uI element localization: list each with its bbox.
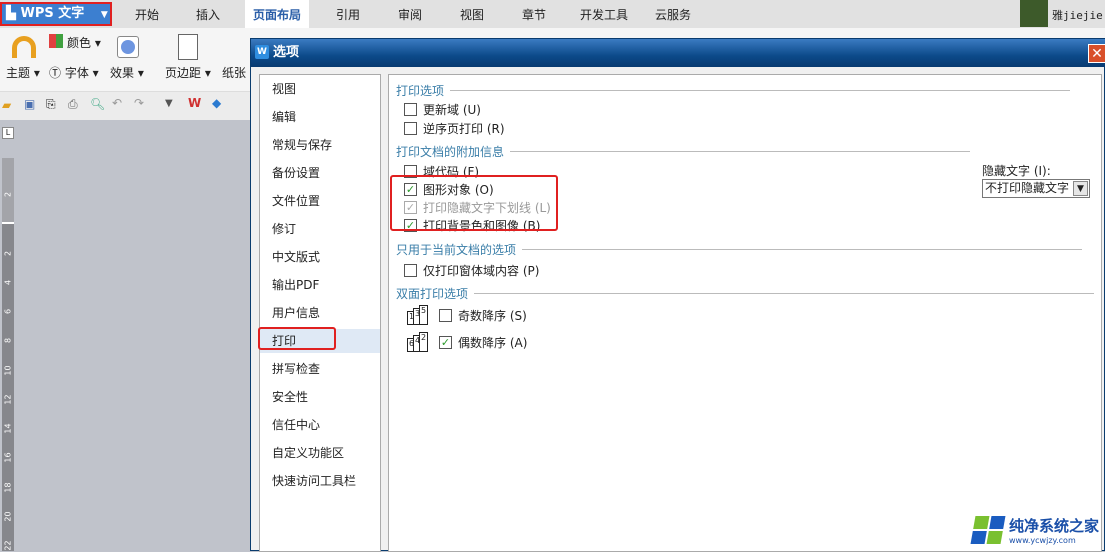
paper-button[interactable]: 纸张	[222, 64, 246, 81]
nav-item[interactable]: 文件位置	[260, 189, 380, 213]
margin-icon	[178, 34, 198, 60]
print-settings-panel: 打印选项 更新域 (U) 逆序页打印 (R) 打印文档的附加信息 域代码 (F)…	[388, 74, 1102, 552]
nav-item[interactable]: 自定义功能区	[260, 441, 380, 465]
tab-view[interactable]: 视图	[452, 0, 492, 28]
wps-menu-label: WPS 文字	[20, 6, 85, 21]
nav-item[interactable]: 视图	[260, 77, 380, 101]
highlight-box-options	[390, 175, 558, 231]
nav-item[interactable]: 用户信息	[260, 301, 380, 325]
quick-access-toolbar: ▰ ▣ ⎘ ⎙ 🔍︎ ↶ ↷ ▼ W ◆	[0, 92, 260, 120]
wps-menu-button[interactable]: ▙ WPS 文字 ▼	[0, 2, 112, 26]
print-icon[interactable]: ⎙	[68, 97, 78, 112]
hidden-text-select[interactable]: 不打印隐藏文字 ▼	[982, 179, 1090, 198]
print-preview-icon[interactable]: 🔍︎	[90, 97, 105, 111]
hidden-text-label: 隐藏文字 (I):	[982, 164, 1051, 178]
nav-item[interactable]: 常规与保存	[260, 133, 380, 157]
tab-cloud[interactable]: 云服务	[647, 0, 699, 28]
color-icon	[49, 34, 63, 48]
chevron-down-icon[interactable]: ▼	[1073, 181, 1088, 196]
ruler-number: 4	[3, 279, 13, 286]
dropdown-icon[interactable]: ▼	[165, 98, 173, 109]
nav-item[interactable]: 安全性	[260, 385, 380, 409]
nav-item[interactable]: 信任中心	[260, 413, 380, 437]
nav-item[interactable]: 编辑	[260, 105, 380, 129]
nav-item[interactable]: 输出PDF	[260, 273, 380, 297]
nav-item[interactable]: 修订	[260, 217, 380, 241]
tab-insert[interactable]: 插入	[188, 0, 228, 28]
section-duplex: 双面打印选项	[396, 285, 1095, 302]
user-name[interactable]: 雅jiejie	[1052, 7, 1103, 23]
ribbon-tab-bar: ▙ WPS 文字 ▼ 开始 插入 页面布局 引用 审阅 视图 章节 开发工具 云…	[0, 0, 1105, 28]
ruler-number: 12	[3, 394, 13, 405]
chevron-down-icon: ▼	[100, 10, 108, 20]
ruler-number: 2	[3, 250, 13, 257]
even-pages-icon: 642	[407, 332, 428, 352]
cube-icon[interactable]: ◆	[212, 96, 221, 110]
odd-pages-icon: 135	[407, 305, 428, 325]
tab-developer[interactable]: 开发工具	[572, 0, 636, 28]
tab-stop-icon[interactable]: L	[2, 127, 14, 139]
nav-item[interactable]: 中文版式	[260, 245, 380, 269]
theme-button[interactable]: 主题 ▾	[6, 64, 40, 81]
checkbox-update-fields[interactable]: 更新域 (U)	[404, 101, 481, 118]
ruler-number: 22	[3, 540, 13, 551]
color-button[interactable]: 颜色 ▾	[67, 34, 101, 51]
tab-chapter[interactable]: 章节	[514, 0, 554, 28]
effect-button[interactable]: 效果 ▾	[110, 64, 144, 81]
nav-item[interactable]: 快速访问工具栏	[260, 469, 380, 493]
section-extra-info: 打印文档的附加信息	[396, 143, 971, 160]
section-current-doc: 只用于当前文档的选项	[396, 241, 1083, 258]
font-icon: Ⓣ	[49, 66, 62, 80]
ruler-number: 20	[3, 511, 13, 522]
ruler-number: 10	[3, 365, 13, 376]
highlight-box-print	[258, 327, 336, 350]
font-button[interactable]: Ⓣ 字体 ▾	[49, 64, 99, 81]
save-icon[interactable]: ▣	[24, 97, 35, 111]
undo-icon[interactable]: ↶	[112, 96, 122, 110]
nav-item[interactable]: 备份设置	[260, 161, 380, 185]
ruler-number: 8	[3, 337, 13, 344]
effect-icon	[117, 36, 139, 58]
watermark-logo: 纯净系统之家 www.ycwjzy.com	[970, 515, 1099, 545]
ruler-number: 16	[3, 452, 13, 463]
tab-page-layout[interactable]: 页面布局	[245, 0, 310, 28]
tab-references[interactable]: 引用	[328, 0, 368, 28]
section-print-options: 打印选项	[396, 82, 1071, 99]
dialog-title-bar[interactable]: W 选项 ✕	[251, 39, 1105, 67]
nav-item[interactable]: 拼写检查	[260, 357, 380, 381]
checkbox-odd-descending[interactable]: 奇数降序 (S)	[439, 307, 527, 324]
checkbox-reverse-order[interactable]: 逆序页打印 (R)	[404, 120, 505, 137]
ruler-number: 18	[3, 482, 13, 493]
checkbox-even-descending[interactable]: ✓ 偶数降序 (A)	[439, 334, 527, 351]
wps-logo-icon[interactable]: W	[188, 96, 201, 110]
vertical-ruler[interactable]: 2 2 4 6 8 10 12 14 16 18 20 22	[2, 158, 14, 551]
ruler-number: 2	[3, 191, 13, 198]
avatar[interactable]	[1020, 0, 1048, 27]
options-nav-list: 视图 编辑 常规与保存 备份设置 文件位置 修订 中文版式 输出PDF 用户信息 打印 拼写检查 安全…	[259, 74, 381, 552]
redo-icon[interactable]: ↷	[134, 96, 144, 110]
tab-start[interactable]: 开始	[127, 0, 167, 28]
ruler-number: 14	[3, 423, 13, 434]
close-button[interactable]: ✕	[1088, 44, 1105, 63]
wps-app-icon: W	[255, 45, 269, 59]
ruler-number: 6	[3, 308, 13, 315]
export-icon[interactable]: ⎘	[46, 97, 56, 112]
options-dialog: W 选项 ✕ 视图 编辑 常规与保存 备份设置 文件位置 修订 中文版式 输出PDF 用户信息打…	[250, 38, 1105, 552]
tab-review[interactable]: 审阅	[390, 0, 430, 28]
margin-button[interactable]: 页边距 ▾	[165, 64, 211, 81]
checkbox-form-fields-only[interactable]: 仅打印窗体域内容 (P)	[404, 262, 539, 279]
dialog-title: 选项	[273, 45, 300, 60]
open-icon[interactable]: ▰	[2, 98, 11, 112]
theme-icon	[12, 36, 36, 58]
